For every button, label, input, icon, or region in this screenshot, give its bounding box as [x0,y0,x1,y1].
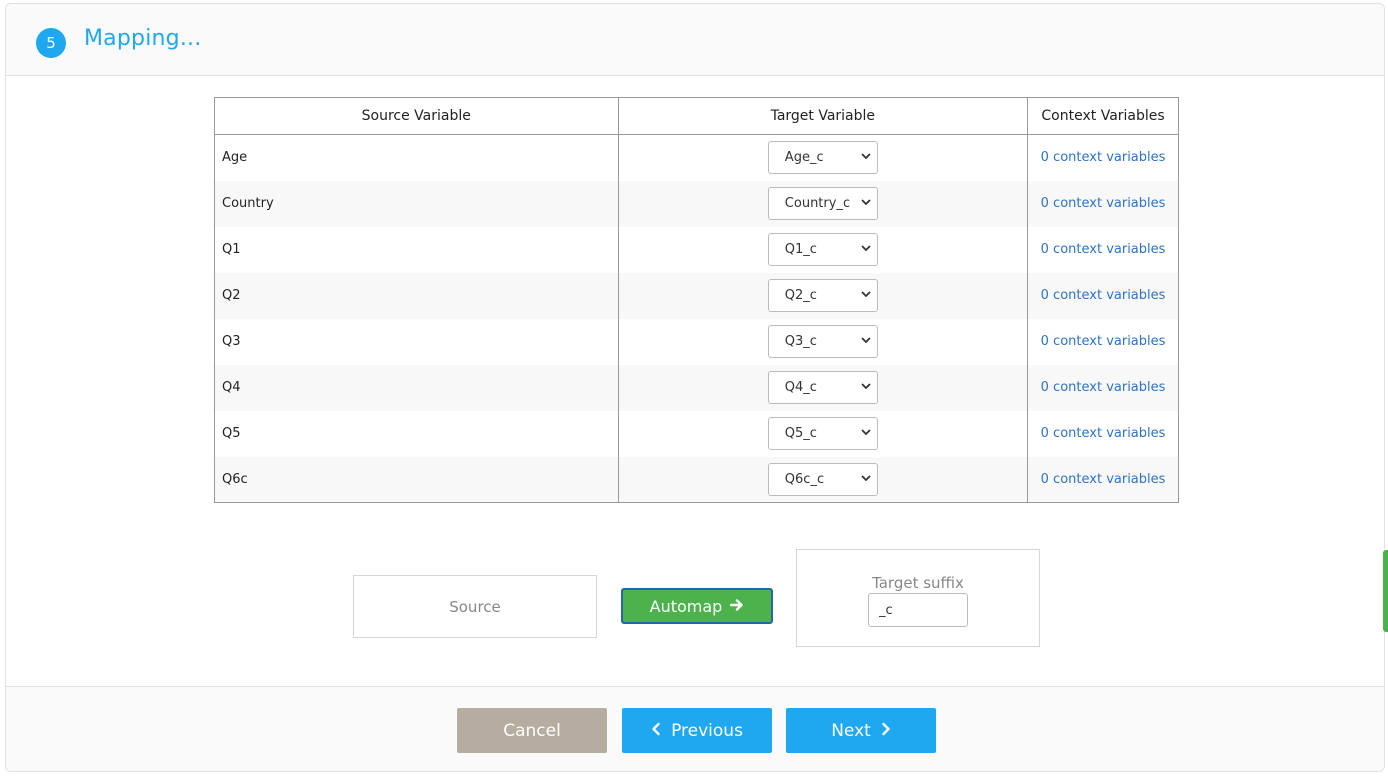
mapping-table-body: Age Age_c 0 context variables Country Co… [214,134,1179,503]
source-variable-cell: Q3 [214,318,619,365]
chevron-right-icon [881,721,891,741]
table-row: Country Country_c 0 context variables [214,180,1179,227]
cancel-button[interactable]: Cancel [457,708,607,753]
source-variable-cell: Age [214,134,619,181]
context-variables-cell: 0 context variables [1028,319,1179,365]
chevron-left-icon [651,721,661,741]
context-variables-link[interactable]: 0 context variables [1041,472,1166,487]
target-variable-select[interactable]: Q2_c [767,279,878,312]
cancel-button-label: Cancel [503,720,561,741]
chevron-down-icon [861,149,871,166]
target-variable-select[interactable]: Age_c [767,141,878,175]
target-variable-select[interactable]: Q3_c [767,325,878,358]
context-variables-link[interactable]: 0 context variables [1041,242,1166,257]
target-variable-value: Q4_c [784,380,817,395]
column-header-context: Context Variables [1027,97,1179,135]
target-variable-select[interactable]: Country_c [767,187,878,220]
target-suffix-box: Target suffix [796,549,1040,647]
target-variable-value: Q2_c [784,288,817,303]
target-variable-cell: Q3_c [618,318,1029,365]
table-row: Q4 Q4_c 0 context variables [214,364,1179,411]
chevron-down-icon [861,425,871,442]
target-variable-cell: Q6c_c [618,456,1029,503]
step-number-badge: 5 [36,28,66,58]
target-variable-value: Q1_c [784,242,817,257]
source-variable-cell: Q5 [214,410,619,457]
previous-button[interactable]: Previous [622,708,772,753]
source-drop-box[interactable]: Source [353,575,597,638]
table-header-row: Source Variable Target Variable Context … [214,97,1179,135]
target-variable-value: Country_c [784,196,851,211]
chevron-down-icon [861,287,871,304]
source-variable-cell: Q4 [214,364,619,411]
source-variable-cell: Q6c [214,456,619,503]
target-variable-value: Q6c_c [784,471,825,487]
target-variable-select[interactable]: Q1_c [767,233,878,266]
side-feedback-tab[interactable] [1383,550,1388,632]
context-variables-link[interactable]: 0 context variables [1041,288,1166,303]
panel-header: 5 Mapping... [6,4,1384,76]
target-variable-cell: Q4_c [618,364,1029,411]
target-variable-cell: Q1_c [618,226,1029,273]
chevron-down-icon [861,471,871,488]
next-button[interactable]: Next [786,708,936,753]
target-variable-cell: Q5_c [618,410,1029,457]
target-variable-value: Q3_c [784,334,817,349]
context-variables-link[interactable]: 0 context variables [1041,380,1166,395]
target-variable-select[interactable]: Q5_c [767,417,878,450]
chevron-down-icon [861,195,871,212]
context-variables-cell: 0 context variables [1028,135,1179,181]
target-variable-cell: Q2_c [618,272,1029,319]
source-label: Source [449,597,501,616]
automap-button-label: Automap [649,596,723,616]
table-row: Q5 Q5_c 0 context variables [214,410,1179,457]
table-row: Age Age_c 0 context variables [214,134,1179,181]
context-variables-link[interactable]: 0 context variables [1041,334,1166,349]
target-variable-cell: Age_c [618,134,1029,181]
column-header-target: Target Variable [617,97,1029,135]
context-variables-cell: 0 context variables [1027,364,1179,411]
target-variable-value: Age_c [784,150,824,166]
table-row: Q6c Q6c_c 0 context variables [214,456,1179,503]
target-variable-value: Q5_c [784,426,817,441]
panel-footer: Cancel Previous Next [6,686,1384,771]
source-variable-cell: Q1 [214,226,619,273]
chevron-down-icon [861,333,871,350]
previous-button-label: Previous [671,720,743,741]
context-variables-link[interactable]: 0 context variables [1041,196,1166,211]
context-variables-link[interactable]: 0 context variables [1041,426,1166,441]
chevron-down-icon [861,241,871,258]
context-variables-cell: 0 context variables [1027,272,1179,319]
arrow-right-icon [730,597,744,616]
chevron-down-icon [861,379,871,396]
target-suffix-input[interactable] [868,593,968,627]
automap-button[interactable]: Automap [621,588,773,624]
table-row: Q3 Q3_c 0 context variables [214,318,1179,365]
target-variable-select[interactable]: Q4_c [767,371,878,404]
context-variables-cell: 0 context variables [1027,180,1179,227]
page-title: Mapping... [84,26,202,51]
target-suffix-label: Target suffix [872,574,964,592]
table-row: Q1 Q1_c 0 context variables [214,226,1179,273]
context-variables-cell: 0 context variables [1027,456,1179,503]
context-variables-cell: 0 context variables [1028,227,1179,273]
column-header-source: Source Variable [214,97,619,135]
context-variables-link[interactable]: 0 context variables [1041,150,1166,165]
mapping-panel: 5 Mapping... Source Variable Target Vari… [5,3,1385,772]
target-variable-cell: Country_c [618,180,1029,227]
source-variable-cell: Country [214,180,619,227]
table-row: Q2 Q2_c 0 context variables [214,272,1179,319]
target-variable-select[interactable]: Q6c_c [767,462,878,496]
next-button-label: Next [831,720,871,741]
mapping-table: Source Variable Target Variable Context … [214,97,1179,503]
context-variables-cell: 0 context variables [1028,411,1179,457]
source-variable-cell: Q2 [214,272,619,319]
